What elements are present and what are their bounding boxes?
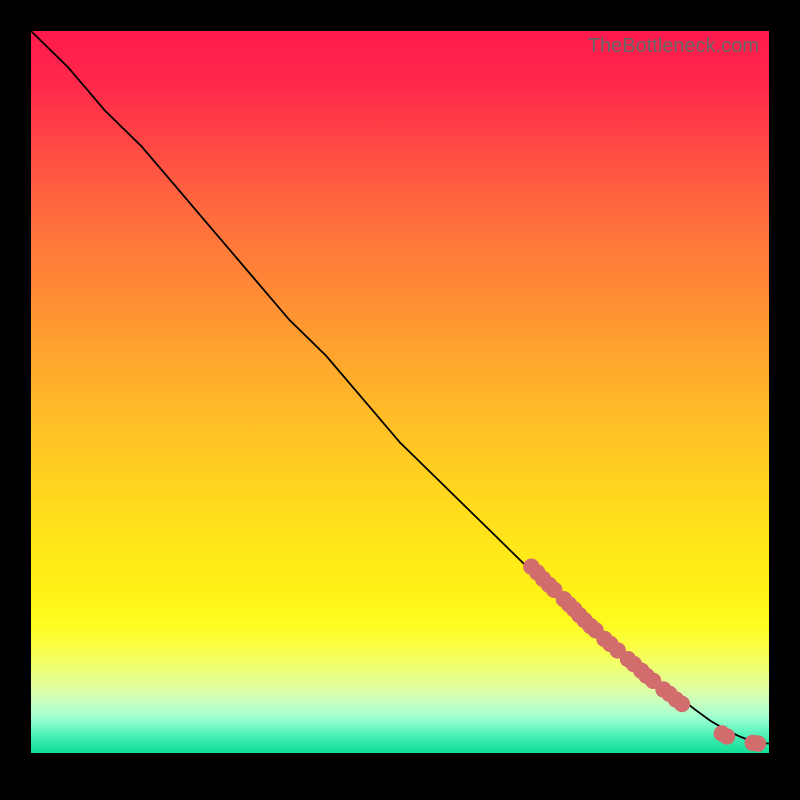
chart-overlay — [31, 31, 769, 753]
data-markers — [523, 559, 766, 752]
watermark-text: TheBottleneck.com — [588, 35, 759, 58]
chart-frame: TheBottleneck.com — [31, 31, 769, 769]
data-marker — [750, 735, 766, 751]
data-marker — [719, 728, 735, 744]
data-marker — [674, 696, 690, 712]
main-curve — [31, 31, 769, 744]
